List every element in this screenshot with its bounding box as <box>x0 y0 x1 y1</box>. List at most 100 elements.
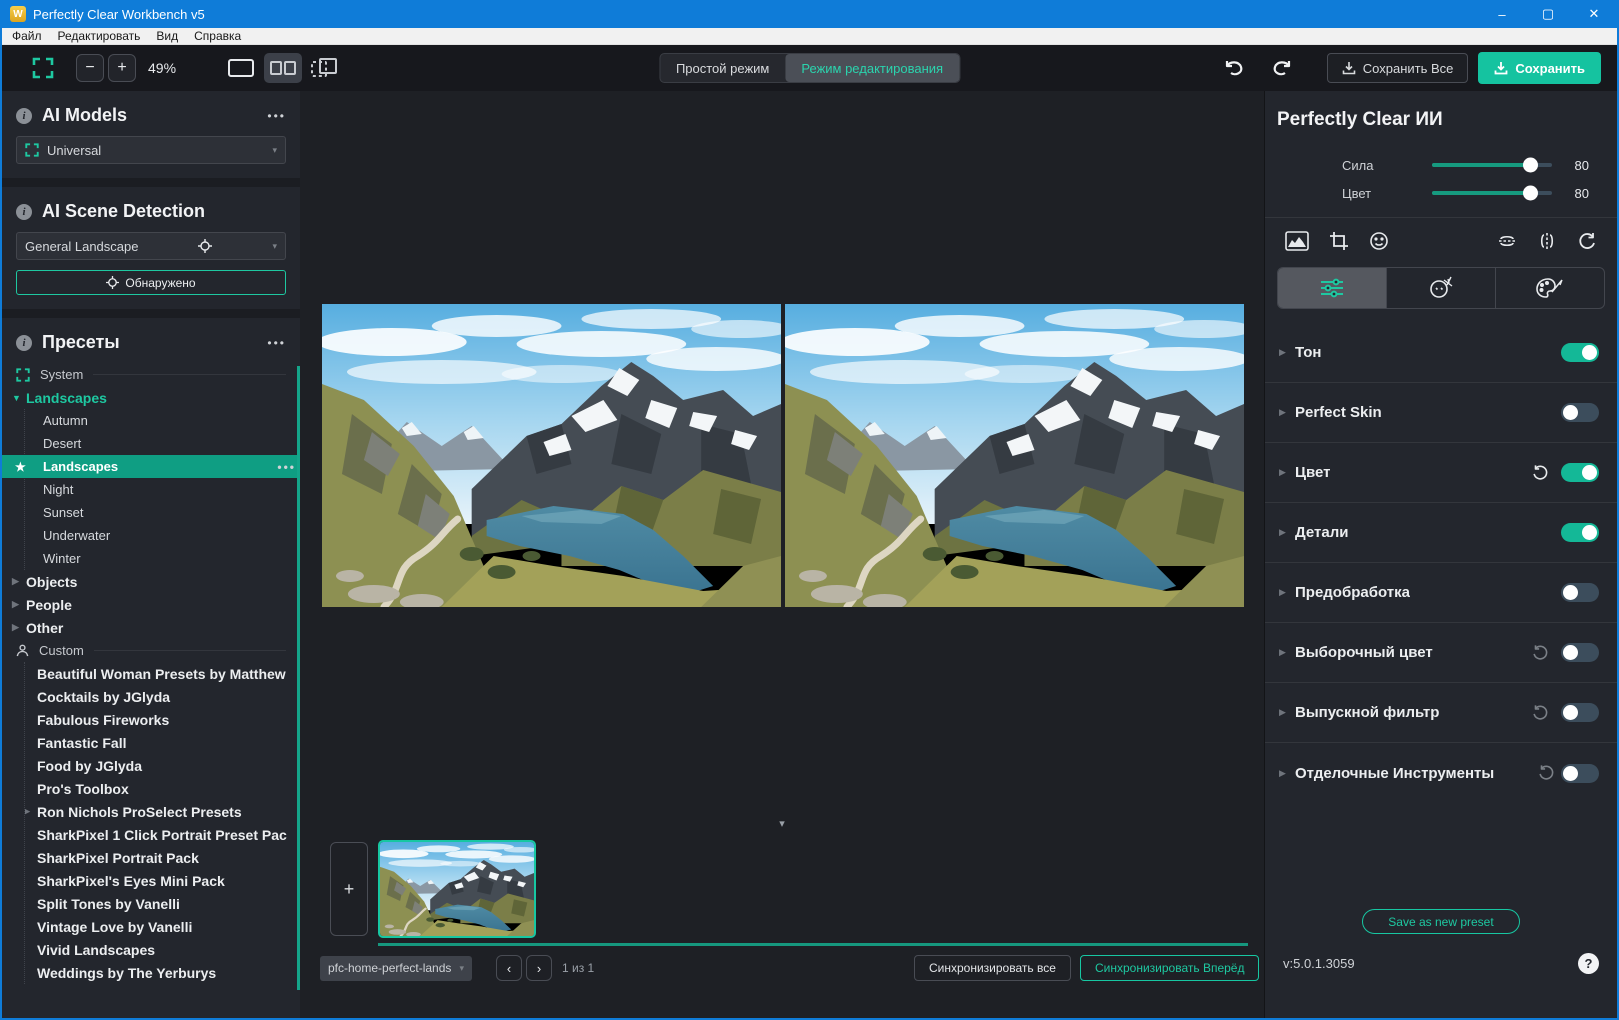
details-toggle[interactable] <box>1561 523 1599 542</box>
custom-presets-row[interactable]: Custom <box>2 639 300 662</box>
menu-help[interactable]: Справка <box>186 28 249 44</box>
help-icon[interactable]: ? <box>1578 953 1599 974</box>
preprocessing-toggle[interactable] <box>1561 583 1599 602</box>
add-image-button[interactable]: + <box>330 842 368 936</box>
info-icon[interactable]: i <box>16 204 32 220</box>
group-people[interactable]: ▶ People <box>2 593 300 616</box>
toggle-row-preprocessing[interactable]: ▶ Предобработка <box>1265 563 1617 623</box>
info-icon[interactable]: i <box>16 335 32 351</box>
graduation-filter-toggle[interactable] <box>1561 703 1599 722</box>
slider-knob[interactable] <box>1523 158 1538 173</box>
info-icon[interactable]: i <box>16 108 32 124</box>
sync-forward-button[interactable]: Синхронизировать Вперёд <box>1080 955 1259 981</box>
ai-models-menu-icon[interactable]: ••• <box>267 109 286 123</box>
simple-mode-tab[interactable]: Простой режим <box>660 54 785 82</box>
group-other[interactable]: ▶ Other <box>2 616 300 639</box>
custom-preset-item[interactable]: SharkPixel Portrait Pack <box>25 846 300 869</box>
custom-preset-item[interactable]: SharkPixel's Eyes Mini Pack <box>25 869 300 892</box>
toggle-row-details[interactable]: ▶ Детали <box>1265 503 1617 563</box>
minimize-button[interactable]: – <box>1479 0 1525 28</box>
preset-autumn[interactable]: Autumn <box>25 409 300 432</box>
sync-all-button[interactable]: Синхронизировать все <box>914 955 1071 981</box>
preset-menu-icon[interactable]: ••• <box>277 460 296 474</box>
tab-retouch[interactable] <box>1387 268 1496 308</box>
toggle-row-finishing-tools[interactable]: ▶ Отделочные Инструменты <box>1265 743 1617 803</box>
chevron-right-icon[interactable]: ▶ <box>1279 647 1295 658</box>
chevron-right-icon[interactable]: ▶ <box>1279 768 1295 779</box>
reset-icon[interactable] <box>1531 704 1549 722</box>
preset-desert[interactable]: Desert <box>25 432 300 455</box>
reset-icon[interactable] <box>1531 464 1549 482</box>
file-name-dropdown[interactable]: pfc-home-perfect-lands ▾ <box>320 956 472 981</box>
maximize-button[interactable]: ▢ <box>1525 0 1571 28</box>
group-objects[interactable]: ▶ Objects <box>2 570 300 593</box>
preset-night[interactable]: Night <box>25 478 300 501</box>
toggle-row-tone[interactable]: ▶ Тон <box>1265 323 1617 383</box>
chevron-right-icon[interactable]: ▶ <box>1279 707 1295 718</box>
before-image[interactable] <box>322 304 781 607</box>
custom-preset-item[interactable]: Vintage Love by Vanelli <box>25 915 300 938</box>
tab-adjust[interactable] <box>1278 268 1387 308</box>
chevron-right-icon[interactable]: ▶ <box>1279 527 1295 538</box>
detected-button[interactable]: Обнаружено <box>16 270 286 295</box>
preset-landscapes-selected[interactable]: ★ Landscapes ••• <box>2 455 300 478</box>
custom-preset-item[interactable]: Vivid Landscapes <box>25 938 300 961</box>
toggle-row-color[interactable]: ▶ Цвет <box>1265 443 1617 503</box>
presets-menu-icon[interactable]: ••• <box>267 336 286 350</box>
preset-winter[interactable]: Winter <box>25 547 300 570</box>
system-presets-row[interactable]: System <box>2 363 300 386</box>
tab-looks[interactable] <box>1496 268 1604 308</box>
reset-icon[interactable] <box>1531 644 1549 662</box>
menu-edit[interactable]: Редактировать <box>50 28 149 44</box>
custom-preset-item[interactable]: Food by JGlyda <box>25 754 300 777</box>
selective-color-toggle[interactable] <box>1561 643 1599 662</box>
slider-knob[interactable] <box>1523 186 1538 201</box>
flip-horizontal-icon[interactable] <box>1537 231 1557 251</box>
image-thumbnail[interactable] <box>378 840 536 938</box>
next-image-button[interactable]: › <box>526 955 552 981</box>
edit-mode-tab[interactable]: Режим редактирования <box>785 54 959 82</box>
color-slider[interactable] <box>1432 191 1552 195</box>
custom-preset-item[interactable]: Weddings by The Yerburys <box>25 961 300 984</box>
finishing-tools-toggle[interactable] <box>1561 764 1599 783</box>
save-as-new-preset-button[interactable]: Save as new preset <box>1362 909 1520 934</box>
filmstrip-collapse-icon[interactable]: ▾ <box>779 817 785 830</box>
custom-preset-item[interactable]: Fabulous Fireworks <box>25 708 300 731</box>
menu-view[interactable]: Вид <box>148 28 186 44</box>
preset-sunset[interactable]: Sunset <box>25 501 300 524</box>
perfect-skin-toggle[interactable] <box>1561 403 1599 422</box>
zoom-out-button[interactable]: − <box>76 54 104 82</box>
crop-icon[interactable] <box>1329 231 1349 251</box>
save-all-button[interactable]: Сохранить Все <box>1327 53 1469 83</box>
rotate-icon[interactable] <box>1577 231 1597 251</box>
prev-image-button[interactable]: ‹ <box>496 955 522 981</box>
reset-icon[interactable] <box>1537 764 1555 782</box>
custom-preset-item[interactable]: Split Tones by Vanelli <box>25 892 300 915</box>
toggle-row-selective-color[interactable]: ▶ Выборочный цвет <box>1265 623 1617 683</box>
scene-dropdown[interactable]: General Landscape ▾ <box>16 232 286 260</box>
color-toggle[interactable] <box>1561 463 1599 482</box>
custom-preset-item[interactable]: Fantastic Fall <box>25 731 300 754</box>
chevron-right-icon[interactable]: ▶ <box>1279 587 1295 598</box>
undo-icon[interactable] <box>1223 58 1245 78</box>
after-image[interactable] <box>785 304 1244 607</box>
single-view-button[interactable] <box>222 53 260 83</box>
toggle-row-graduation-filter[interactable]: ▶ Выпускной фильтр <box>1265 683 1617 743</box>
zoom-in-button[interactable]: + <box>108 54 136 82</box>
toggle-row-perfect-skin[interactable]: ▶ Perfect Skin <box>1265 383 1617 443</box>
star-icon[interactable]: ★ <box>15 460 43 474</box>
custom-preset-item[interactable]: SharkPixel 1 Click Portrait Preset Pac <box>25 823 300 846</box>
custom-preset-item[interactable]: ▶Ron Nichols ProSelect Presets <box>25 800 300 823</box>
histogram-icon[interactable] <box>1285 231 1309 251</box>
strength-slider[interactable] <box>1432 163 1552 167</box>
chevron-right-icon[interactable]: ▶ <box>1279 407 1295 418</box>
menu-file[interactable]: Файл <box>2 28 50 44</box>
split-view-button[interactable] <box>264 53 302 83</box>
group-landscapes[interactable]: ▼ Landscapes <box>2 386 300 409</box>
save-button[interactable]: Сохранить <box>1478 52 1601 84</box>
compare-view-button[interactable] <box>306 53 344 83</box>
custom-preset-item[interactable]: Cocktails by JGlyda <box>25 685 300 708</box>
custom-preset-item[interactable]: Beautiful Woman Presets by Matthew <box>25 662 300 685</box>
flip-vertical-icon[interactable] <box>1497 231 1517 251</box>
ai-model-dropdown[interactable]: Universal ▾ <box>16 136 286 164</box>
